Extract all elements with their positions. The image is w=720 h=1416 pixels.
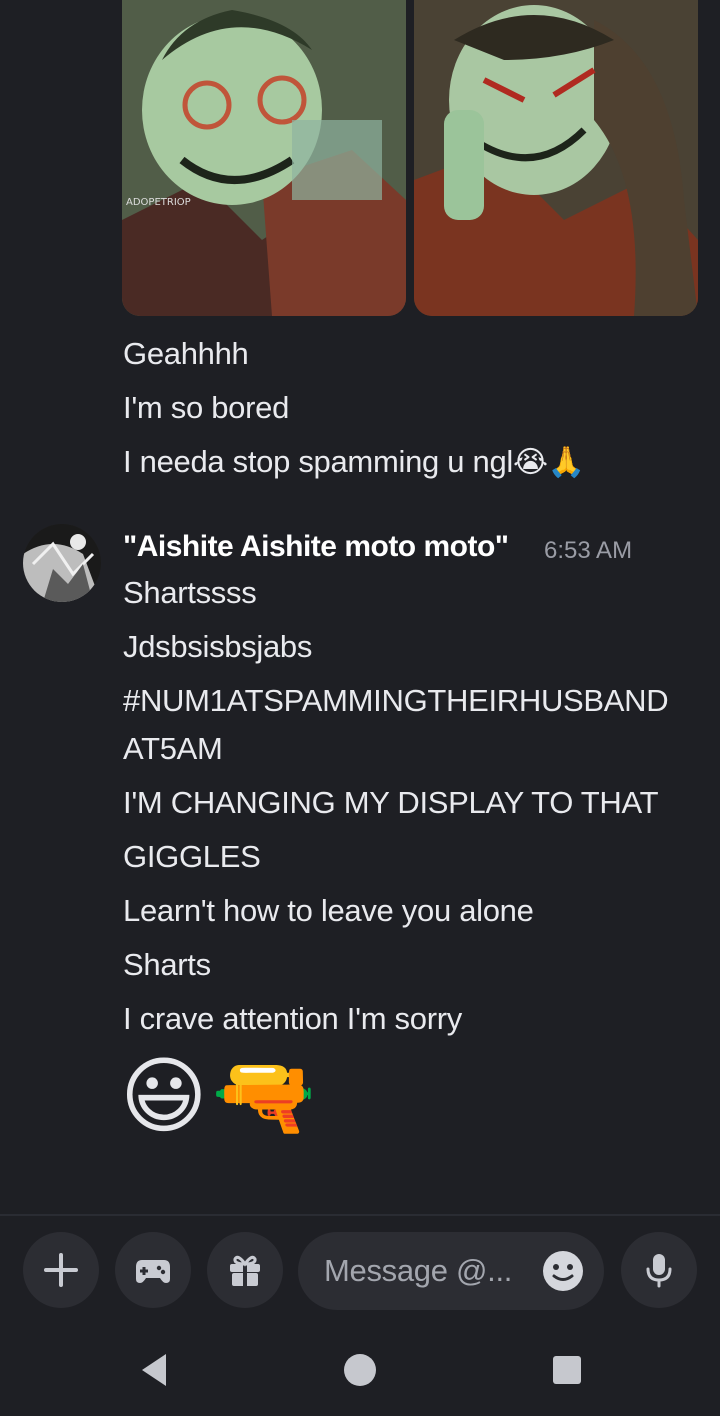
message-line: I needa stop spamming u ngl😭🙏	[123, 442, 585, 483]
message-line: Sharts	[123, 947, 211, 982]
image-attachment-2[interactable]	[414, 0, 698, 316]
crying-praying-emoji: 😭🙏	[512, 446, 585, 479]
gamepad-icon	[136, 1260, 170, 1283]
recents-icon[interactable]	[552, 1350, 582, 1390]
message-line: Geahhhh	[123, 336, 249, 371]
message-line: GIGGLES	[123, 839, 261, 874]
gift-icon	[230, 1255, 260, 1286]
smiley-icon[interactable]	[542, 1250, 584, 1292]
home-icon[interactable]	[343, 1350, 377, 1390]
timestamp: 6:53 AM	[544, 537, 633, 564]
divider	[0, 1214, 720, 1216]
plus-icon	[44, 1253, 78, 1287]
message-line: Shartssss	[123, 575, 257, 610]
grinning-face-emoji: 😃	[120, 1049, 208, 1143]
activities-button[interactable]	[115, 1232, 191, 1308]
big-emoji-message: 😃 🔫	[120, 1048, 316, 1144]
microphone-icon	[646, 1254, 672, 1288]
svg-text:ADOPETRIOP: ADOPETRIOP	[126, 197, 191, 208]
add-attachment-button[interactable]	[23, 1232, 99, 1308]
message-line: Learn't how to leave you alone	[123, 893, 534, 928]
message-input[interactable]: Message @...	[298, 1232, 604, 1310]
image-attachments: ADOPETRIOP	[122, 0, 698, 316]
chat-screen: ADOPETRIOP Geahhhh I'm so bored I needa …	[0, 0, 720, 1416]
username[interactable]: "Aishite Aishite moto moto"	[123, 530, 509, 564]
message-placeholder: Message @...	[324, 1253, 513, 1288]
image-attachment-1[interactable]: ADOPETRIOP	[122, 0, 406, 316]
message-line: I crave attention I'm sorry	[123, 1001, 462, 1036]
back-icon[interactable]	[138, 1350, 170, 1390]
message-line: AT5AM	[123, 731, 223, 766]
voice-message-button[interactable]	[621, 1232, 697, 1308]
water-pistol-emoji: 🔫	[211, 1049, 317, 1143]
message-line: Jdsbsisbsjabs	[123, 629, 313, 664]
message-text: I needa stop spamming u ngl	[123, 444, 513, 479]
gift-button[interactable]	[207, 1232, 283, 1308]
message-line: I'm so bored	[123, 390, 290, 425]
message-line: #NUM1ATSPAMMINGTHEIRHUSBAND	[123, 683, 669, 718]
avatar[interactable]	[23, 524, 101, 602]
message-line: I'M CHANGING MY DISPLAY TO THAT	[123, 785, 659, 820]
